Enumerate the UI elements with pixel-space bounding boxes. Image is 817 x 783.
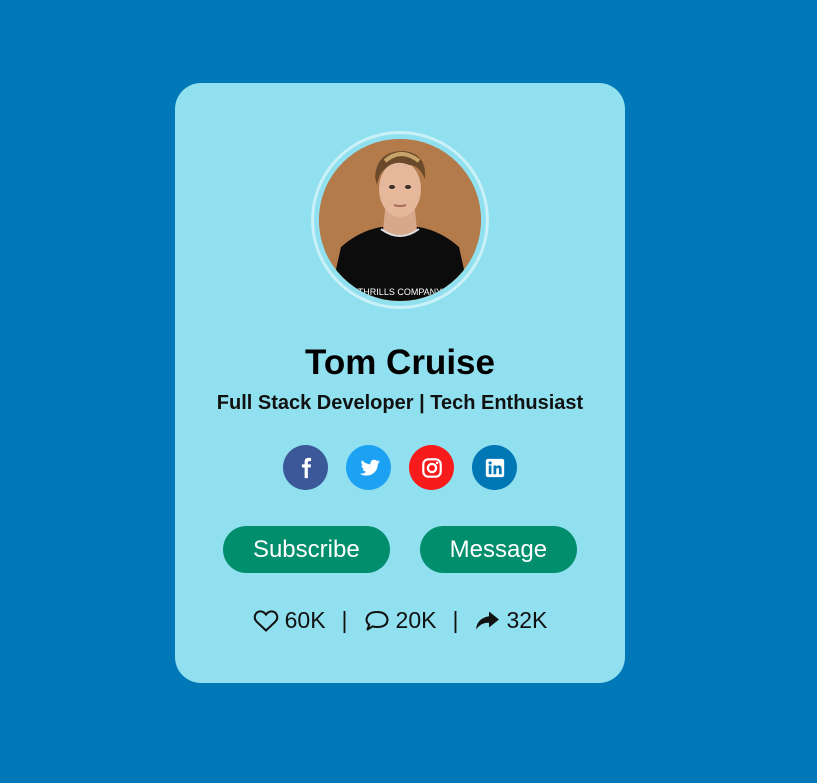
linkedin-icon bbox=[485, 458, 504, 477]
facebook-link[interactable] bbox=[283, 445, 328, 490]
comments-count: 20K bbox=[395, 607, 437, 633]
facebook-icon bbox=[301, 457, 311, 478]
twitter-icon bbox=[359, 459, 380, 476]
message-button[interactable]: Message bbox=[419, 526, 578, 573]
comments-stat[interactable]: 20K bbox=[364, 607, 437, 634]
linkedin-link[interactable] bbox=[472, 445, 517, 490]
share-icon bbox=[476, 611, 500, 629]
subscribe-button[interactable]: Subscribe bbox=[222, 526, 390, 573]
shares-count: 32K bbox=[506, 607, 548, 633]
likes-count: 60K bbox=[284, 607, 326, 633]
avatar-ring: THRILLS COMPANY bbox=[311, 131, 489, 309]
comment-icon bbox=[365, 610, 389, 630]
social-links bbox=[175, 445, 625, 490]
stats-separator: | bbox=[341, 607, 348, 633]
profile-card: THRILLS COMPANY Tom Cruise Full Stack De… bbox=[175, 83, 625, 683]
avatar-shirt-text: THRILLS COMPANY bbox=[358, 287, 442, 297]
likes-stat[interactable]: 60K bbox=[253, 607, 326, 634]
avatar[interactable]: THRILLS COMPANY bbox=[319, 139, 481, 301]
instagram-icon bbox=[421, 457, 442, 478]
heart-icon bbox=[253, 609, 278, 632]
twitter-link[interactable] bbox=[346, 445, 391, 490]
profile-name: Tom Cruise bbox=[305, 343, 495, 382]
avatar-image: THRILLS COMPANY bbox=[319, 139, 481, 301]
action-buttons: Subscribe Message bbox=[175, 526, 625, 573]
shares-stat[interactable]: 32K bbox=[474, 607, 547, 634]
stats-separator: | bbox=[452, 607, 459, 633]
profile-tagline: Full Stack Developer | Tech Enthusiast bbox=[216, 392, 584, 414]
stats-row: 60K | 20K | 32K bbox=[175, 607, 625, 634]
instagram-link[interactable] bbox=[409, 445, 454, 490]
